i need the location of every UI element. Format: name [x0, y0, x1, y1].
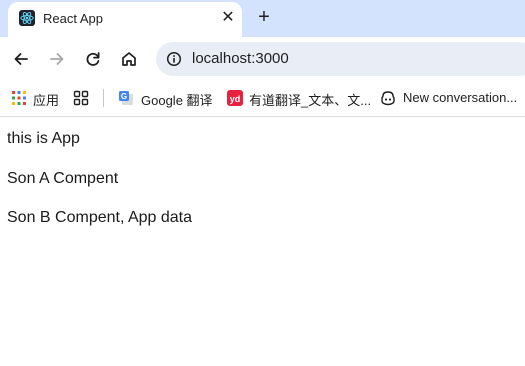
bookmarks-bar: 应用 G Google 翻译 yd 有道翻译_文本、文... New conve… [0, 81, 525, 117]
apps-grid-icon [11, 90, 27, 106]
bookmark-youdao[interactable]: yd 有道翻译_文本、文... [227, 89, 371, 108]
bookmark-new-conversation-label: New conversation... [403, 90, 518, 105]
bookmark-google-translate-label: Google 翻译 [141, 93, 213, 108]
bookmark-tab-groups[interactable] [73, 89, 91, 107]
bookmark-apps-label: 应用 [33, 93, 60, 108]
react-logo-icon [19, 10, 35, 26]
page-content: this is App Son A Compent Son B Compent,… [0, 118, 525, 366]
copilot-icon [380, 90, 396, 106]
tab-strip: React App ✕ + [0, 0, 525, 37]
new-tab-button[interactable]: + [253, 6, 275, 28]
tab-groups-icon [73, 90, 89, 106]
svg-text:G: G [121, 92, 127, 101]
svg-text:yd: yd [230, 94, 241, 104]
close-tab-icon[interactable]: ✕ [219, 9, 237, 27]
url-text: localhost:3000 [192, 50, 289, 67]
home-icon[interactable] [119, 49, 139, 69]
address-bar[interactable]: localhost:3000 [156, 42, 525, 76]
bookmark-google-translate[interactable]: G Google 翻译 [118, 89, 218, 108]
son-b-text: Son B Compent, App data [7, 209, 193, 226]
bookmark-youdao-label: 有道翻译_文本、文... [249, 93, 372, 108]
google-translate-icon: G [118, 90, 134, 106]
bookmark-separator [103, 89, 104, 107]
bookmark-new-conversation[interactable]: New conversation... [380, 89, 520, 107]
back-arrow-icon[interactable] [11, 49, 31, 69]
tab-title: React App [43, 11, 103, 26]
browser-toolbar: localhost:3000 [0, 37, 525, 81]
bookmark-apps[interactable]: 应用 [11, 89, 61, 108]
forward-arrow-icon[interactable] [47, 49, 67, 69]
reload-icon[interactable] [83, 49, 103, 69]
son-a-text: Son A Compent [7, 170, 119, 187]
youdao-icon: yd [227, 90, 243, 106]
app-text: this is App [7, 130, 80, 147]
info-icon[interactable] [166, 51, 182, 67]
tab-react-app[interactable]: React App ✕ [8, 2, 242, 37]
